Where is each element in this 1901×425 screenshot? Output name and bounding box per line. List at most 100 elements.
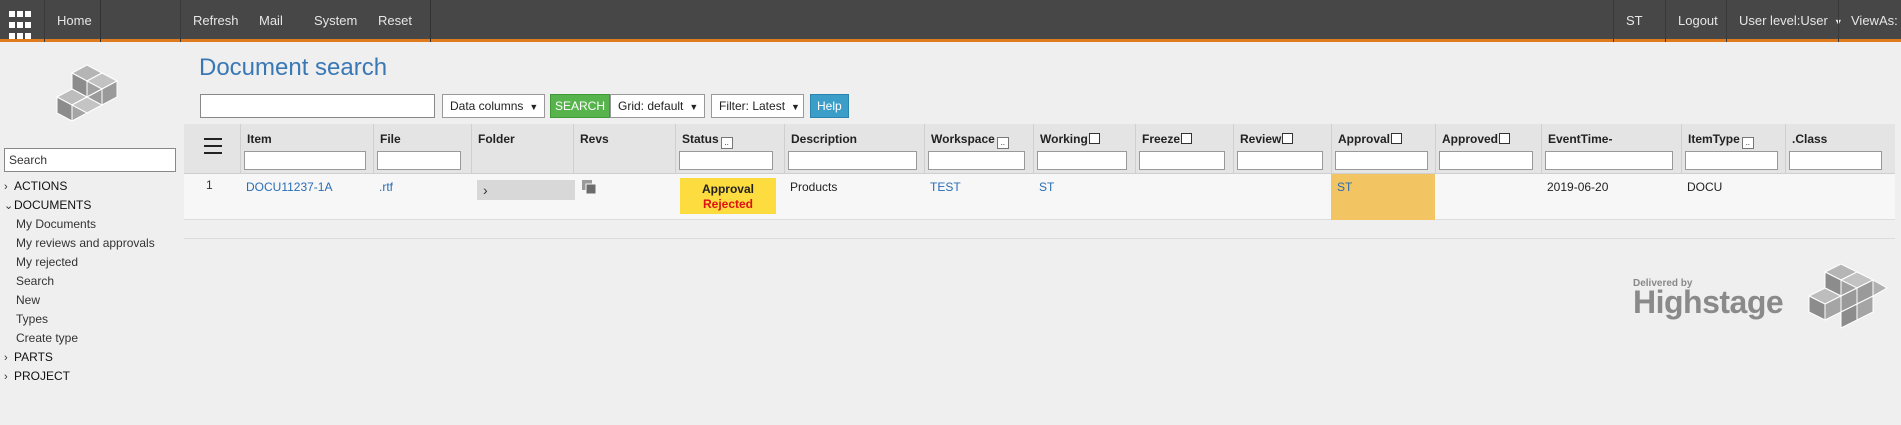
freeze-cell xyxy=(1135,174,1233,220)
sort-toggle-icon[interactable]: .. xyxy=(1741,137,1754,149)
sidebar-section-documents[interactable]: ⌄DOCUMENTS xyxy=(4,196,180,215)
col-itemtype: ItemType.. xyxy=(1681,124,1785,174)
filter-itemtype-input[interactable] xyxy=(1685,151,1778,170)
col-status: Status.. xyxy=(675,124,784,174)
view-as[interactable]: ViewAs: xyxy=(1838,0,1901,42)
logout-link[interactable]: Logout xyxy=(1665,0,1730,42)
sidebar-section-parts[interactable]: › PARTS xyxy=(4,348,180,367)
nav-reset[interactable]: Reset xyxy=(366,0,424,42)
grid-header: Item File Folder Revs Status.. Descripti… xyxy=(184,124,1895,174)
sidebar-section-project[interactable]: › PROJECT xyxy=(4,367,180,386)
filter-working-input[interactable] xyxy=(1037,151,1127,170)
filter-eventtime-input[interactable] xyxy=(1545,151,1673,170)
filter-freeze-input[interactable] xyxy=(1139,151,1225,170)
brand-cubes-icon xyxy=(1807,263,1889,329)
sort-toggle-icon[interactable]: .. xyxy=(720,137,733,149)
col-revs: Revs xyxy=(573,124,675,174)
class-cell xyxy=(1785,174,1895,220)
nav-refresh[interactable]: Refresh xyxy=(180,0,251,42)
nav-system[interactable]: System xyxy=(302,0,369,42)
approval-checkbox[interactable] xyxy=(1391,133,1403,144)
filter-workspace-input[interactable] xyxy=(928,151,1025,170)
highstage-brand: Delivered by Highstage xyxy=(1633,262,1893,338)
sidebar-item-new[interactable]: New xyxy=(4,291,180,310)
brand-name: Highstage xyxy=(1633,284,1784,320)
user-initials[interactable]: ST xyxy=(1613,0,1655,42)
review-checkbox[interactable] xyxy=(1282,133,1294,144)
chevron-right-icon: › xyxy=(4,181,8,193)
revisions-icon[interactable] xyxy=(581,179,597,195)
col-description: Description xyxy=(784,124,924,174)
sidebar-search-input[interactable] xyxy=(4,148,176,172)
col-freeze: Freeze xyxy=(1135,124,1233,174)
sidebar-item-create-type[interactable]: Create type xyxy=(4,329,180,348)
divider xyxy=(184,238,1895,239)
data-columns-dropdown[interactable]: Data columns ▼ xyxy=(442,94,545,118)
sidebar-item-my-reviews[interactable]: My reviews and approvals xyxy=(4,234,180,253)
sort-toggle-icon[interactable]: .. xyxy=(996,137,1009,149)
freeze-checkbox[interactable] xyxy=(1181,133,1193,144)
nav-mail[interactable]: Mail xyxy=(247,0,295,42)
col-review: Review xyxy=(1233,124,1331,174)
file-link[interactable]: .rtf xyxy=(373,174,471,220)
filter-item-input[interactable] xyxy=(244,151,366,170)
search-button[interactable]: SEARCH xyxy=(550,94,611,118)
eventtime-cell: 2019-06-20 xyxy=(1547,180,1609,194)
filter-file-input[interactable] xyxy=(377,151,461,170)
filter-approval-input[interactable] xyxy=(1335,151,1428,170)
description-cell: Products xyxy=(790,180,838,194)
chevron-down-icon: ▼ xyxy=(791,101,800,112)
col-folder: Folder xyxy=(471,124,573,174)
col-working: Working xyxy=(1033,124,1135,174)
itemtype-cell: DOCU xyxy=(1687,180,1723,194)
apps-grid-icon[interactable] xyxy=(0,0,42,42)
nav-home[interactable]: Home xyxy=(44,0,104,42)
folder-cell: › xyxy=(471,174,575,220)
approved-checkbox[interactable] xyxy=(1499,133,1511,144)
filter-approved-input[interactable] xyxy=(1439,151,1533,170)
workspace-link[interactable]: TEST xyxy=(924,174,1033,220)
folder-expand-button[interactable]: › xyxy=(477,180,575,200)
help-button[interactable]: Help xyxy=(810,94,849,118)
sidebar-section-actions[interactable]: › ACTIONS xyxy=(4,177,180,196)
sidebar-item-types[interactable]: Types xyxy=(4,310,180,329)
user-level-label: User level:User xyxy=(1739,13,1828,28)
filter-description-input[interactable] xyxy=(788,151,917,170)
row-number: 1 xyxy=(206,178,213,192)
col-eventtime: EventTime- xyxy=(1541,124,1681,174)
chevron-right-icon: › xyxy=(483,182,488,198)
revs-cell xyxy=(573,174,675,220)
page-title: Document search xyxy=(199,54,388,81)
chevron-down-icon: ▼ xyxy=(529,101,539,112)
grid-dropdown[interactable]: Grid: default ▼ xyxy=(610,94,705,118)
chevron-down-icon: ⌄ xyxy=(4,200,14,212)
sidebar-item-my-documents[interactable]: My Documents xyxy=(4,215,180,234)
filter-dropdown[interactable]: Filter: Latest ▼ xyxy=(711,94,804,118)
filter-status-input[interactable] xyxy=(679,151,773,170)
review-cell xyxy=(1233,174,1331,220)
item-link[interactable]: DOCU11237-1A xyxy=(240,174,373,220)
document-search-input[interactable] xyxy=(200,94,435,118)
sidebar-tree: › ACTIONS ⌄DOCUMENTS My Documents My revi… xyxy=(4,177,180,386)
filter-review-input[interactable] xyxy=(1237,151,1323,170)
hamburger-menu-icon[interactable] xyxy=(204,138,222,154)
top-bar: Home Refresh Mail System Reset ST Logout… xyxy=(0,0,1901,42)
sidebar-item-my-rejected[interactable]: My rejected xyxy=(4,253,180,272)
working-link[interactable]: ST xyxy=(1033,174,1135,220)
filter-class-input[interactable] xyxy=(1789,151,1882,170)
chevron-right-icon: › xyxy=(4,371,8,383)
user-level-dropdown[interactable]: User level:User ▼ xyxy=(1726,0,1855,42)
working-checkbox[interactable] xyxy=(1088,133,1100,144)
grid-menu[interactable] xyxy=(184,124,240,174)
chevron-right-icon: › xyxy=(4,352,8,364)
col-approval: Approval xyxy=(1331,124,1435,174)
approved-cell xyxy=(1435,174,1541,220)
col-workspace: Workspace.. xyxy=(924,124,1033,174)
col-file: File xyxy=(373,124,471,174)
approval-cell[interactable]: ST xyxy=(1331,174,1435,220)
col-class: .Class xyxy=(1785,124,1895,174)
col-approved: Approved xyxy=(1435,124,1541,174)
sidebar-item-search[interactable]: Search xyxy=(4,272,180,291)
table-row[interactable]: 1 DOCU11237-1A .rtf › Approval Rejected … xyxy=(184,174,1895,220)
app-logo-icon xyxy=(55,64,119,122)
